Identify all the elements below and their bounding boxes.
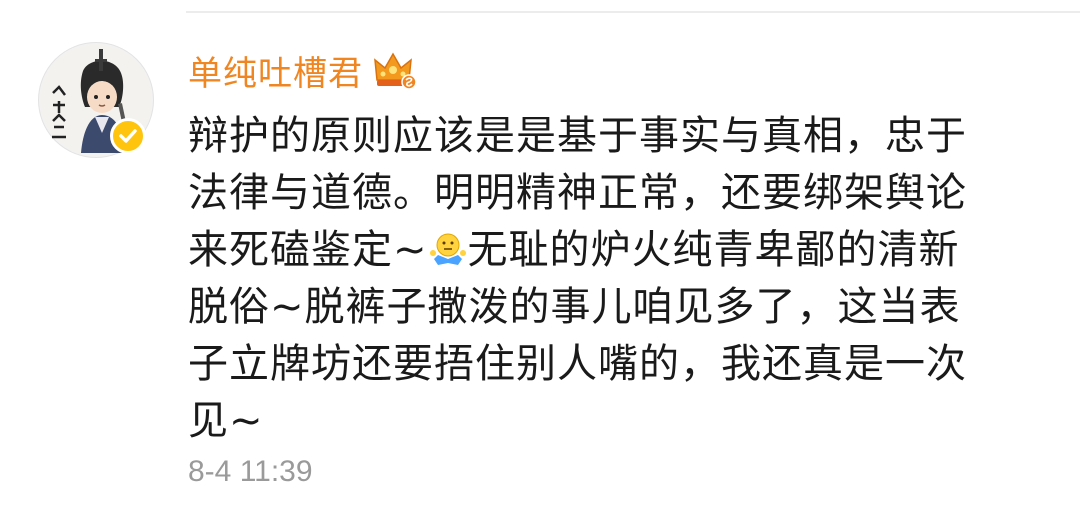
- username-row: 单纯吐槽君: [188, 46, 417, 94]
- comment-line-part: 来死磕鉴定~: [188, 227, 428, 273]
- username-link[interactable]: 单纯吐槽君: [188, 46, 363, 95]
- comment-line: 见~: [188, 398, 264, 444]
- timestamp: 8-4 11:39: [188, 455, 313, 488]
- comment-item: 单纯吐槽君 辩护的原则应该是是基于事实与真相，忠于 法律与道德。明明精神正常，还…: [0, 0, 1080, 518]
- comment-line-part: 无耻的炉火纯青卑鄙的清新: [467, 227, 960, 273]
- divider: [186, 11, 1080, 13]
- comment-line: 辩护的原则应该是是基于事实与真相，忠于: [188, 113, 967, 159]
- verified-check-icon: [110, 118, 146, 154]
- comment-line: 法律与道德。明明精神正常，还要绑架舆论: [188, 170, 967, 216]
- comment-line: 子立牌坊还要捂住别人嘴的，我还真是一次: [188, 341, 967, 387]
- comment-line: 脱俗~脱裤子撒泼的事儿咱见多了，这当表: [188, 284, 961, 330]
- comment-line-with-emoji: 来死磕鉴定~ 无耻的炉火纯青卑鄙的清新: [188, 222, 1048, 279]
- crown-vip-icon[interactable]: [373, 50, 417, 90]
- shrug-emoji: [429, 233, 466, 265]
- comment-text: 辩护的原则应该是是基于事实与真相，忠于 法律与道德。明明精神正常，还要绑架舆论 …: [188, 108, 1048, 450]
